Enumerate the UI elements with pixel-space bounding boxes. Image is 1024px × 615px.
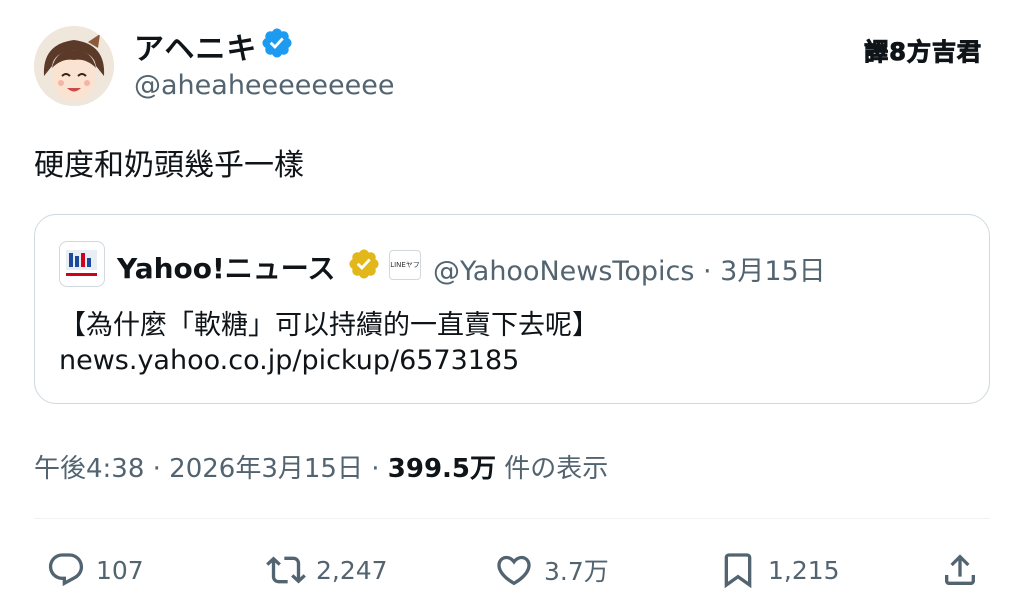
display-name[interactable]: アヘニキ bbox=[134, 24, 257, 68]
bookmark-icon bbox=[724, 553, 752, 589]
verified-badge-icon bbox=[262, 28, 292, 58]
retweet-icon bbox=[266, 556, 306, 584]
quoted-tweet-text: 【為什麼「軟糖」可以持續的一直賣下去呢】 bbox=[59, 310, 599, 341]
author-handle[interactable]: @aheaheeeeeeeee bbox=[134, 70, 394, 101]
like-count: 3.7万 bbox=[544, 557, 609, 586]
view-count: 399.5万 bbox=[387, 454, 497, 484]
affiliate-badge[interactable]: LINEヤフー bbox=[389, 250, 421, 280]
reply-count: 107 bbox=[96, 555, 144, 585]
tweet-meta: 午後4:38 · 2026年3月15日 · 399.5万 件の表示 bbox=[34, 448, 608, 485]
gold-verified-badge-icon bbox=[349, 249, 379, 279]
quoted-account-name[interactable]: Yahoo!ニュース bbox=[117, 247, 335, 287]
heart-icon bbox=[497, 555, 531, 586]
bookmark-button[interactable]: 1,215 bbox=[718, 550, 840, 590]
reply-button[interactable]: 107 bbox=[46, 550, 144, 590]
retweet-button[interactable]: 2,247 bbox=[266, 550, 388, 590]
watermark: 譯8方吉君 bbox=[864, 32, 982, 67]
share-icon bbox=[945, 554, 975, 585]
like-button[interactable]: 3.7万 bbox=[494, 550, 609, 590]
reply-icon bbox=[48, 553, 84, 587]
tweet-timestamp[interactable]: 午後4:38 · 2026年3月15日 · bbox=[34, 454, 388, 484]
divider bbox=[34, 518, 990, 519]
quoted-handle-date[interactable]: @YahooNewsTopics · 3月15日 bbox=[433, 249, 826, 288]
tweet-text: 硬度和奶頭幾乎一樣 bbox=[34, 148, 304, 183]
avatar[interactable] bbox=[34, 26, 114, 106]
retweet-count: 2,247 bbox=[316, 555, 388, 585]
share-button[interactable] bbox=[940, 550, 980, 590]
bookmark-count: 1,215 bbox=[768, 555, 840, 585]
anime-avatar-icon bbox=[34, 26, 114, 106]
view-count-label: 件の表示 bbox=[496, 454, 609, 484]
quoted-tweet-link[interactable]: news.yahoo.co.jp/pickup/6573185 bbox=[59, 345, 519, 376]
quoted-tweet-card[interactable]: Yahoo!ニュース LINEヤフー @YahooNewsTopics · 3月… bbox=[34, 214, 990, 404]
yahoo-news-logo-icon[interactable] bbox=[59, 241, 105, 287]
action-bar: 107 2,247 3.7万 1,215 bbox=[0, 540, 1024, 600]
